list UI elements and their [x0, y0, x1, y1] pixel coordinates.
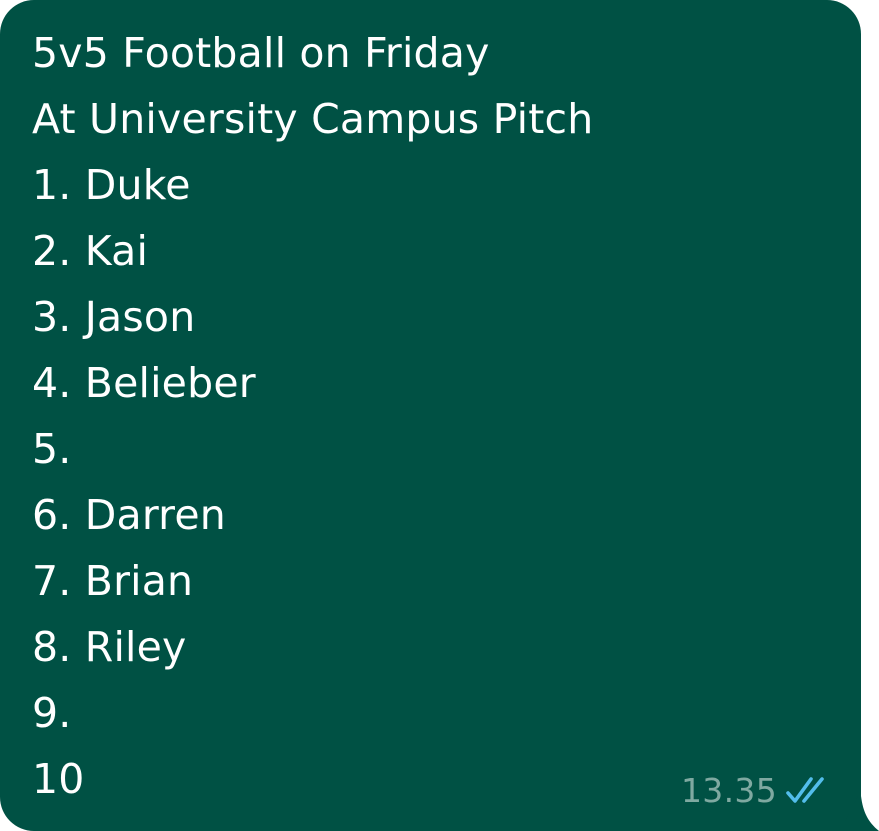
message-line: 2. Kai — [32, 227, 149, 275]
message-timestamp: 13.35 — [681, 771, 777, 810]
message-line: 1. Duke — [32, 161, 191, 209]
message-line: 4. Belieber — [32, 359, 256, 407]
message-bubble[interactable]: 5v5 Football on Friday At University Cam… — [0, 0, 879, 831]
message-line: 3. Jason — [32, 293, 196, 341]
message-line: 8. Riley — [32, 623, 187, 671]
message-line: 10 — [32, 755, 85, 803]
double-check-read-icon — [786, 777, 824, 803]
message-line: 9. — [32, 689, 72, 737]
message-line: At University Campus Pitch — [32, 95, 594, 143]
message-text: 5v5 Football on Friday At University Cam… — [32, 20, 792, 812]
message-line: 5v5 Football on Friday — [32, 29, 490, 77]
message-line: 6. Darren — [32, 491, 226, 539]
message-line: 5. — [32, 425, 72, 473]
message-meta: 13.35 — [681, 771, 831, 811]
message-line: 7. Brian — [32, 557, 194, 605]
